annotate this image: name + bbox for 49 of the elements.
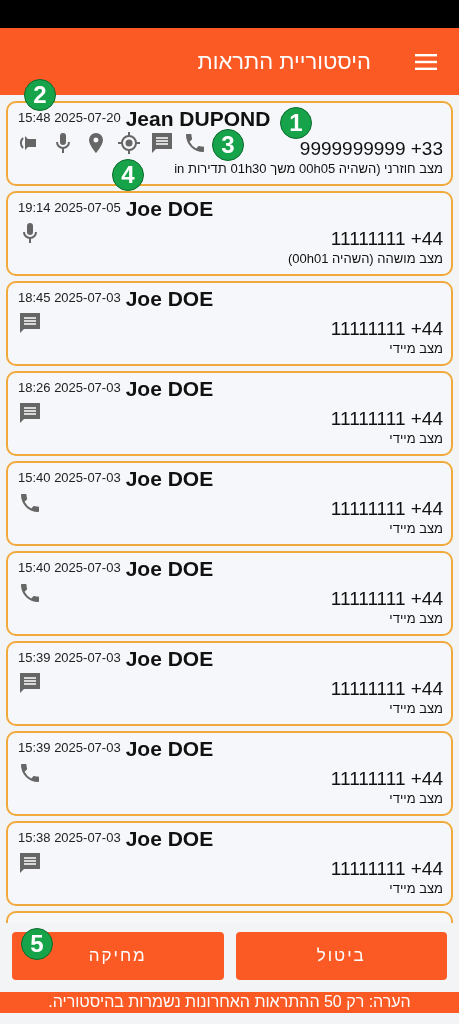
alert-status: מצב מיידי xyxy=(389,341,443,356)
screen-title: היסטוריית התראות xyxy=(197,48,371,75)
contact-name: Joe DOE xyxy=(125,377,214,401)
history-note: הערה: רק 50 ההתראות האחרונות נשמרות בהיסטוריה. xyxy=(0,992,459,1013)
alert-status: מצב מושהה (השהיה 00h01) xyxy=(287,251,443,266)
alert-status: מצב מיידי xyxy=(389,521,443,536)
alert-datetime: 15:39 2025-07-03 xyxy=(18,649,121,665)
phone-number: 11111111 +44 xyxy=(330,408,443,430)
phone-icon xyxy=(18,581,42,605)
contact-name: Joe DOE xyxy=(125,467,214,491)
phone-number: 11111111 +44 xyxy=(330,588,443,610)
phone-number: 11111111 +44 xyxy=(330,768,443,790)
menu-icon[interactable] xyxy=(415,53,437,70)
message-icon xyxy=(18,851,42,875)
message-icon xyxy=(150,131,174,155)
alert-datetime: 19:14 2025-07-05 xyxy=(18,199,121,215)
phone-number: 11111111 +44 xyxy=(330,678,443,700)
phone-number: 11111111 +44 xyxy=(330,498,443,520)
alert-datetime: 15:48 2025-07-20 xyxy=(18,109,121,125)
alert-status: מצב חוזרני (השהיה 00h05 משך 01h30 תדירות in xyxy=(174,161,443,176)
alert-datetime: 15:40 2025-07-03 xyxy=(18,559,121,575)
alert-datetime: 18:26 2025-07-03 xyxy=(18,379,121,395)
phone-number: 11111111 +44 xyxy=(330,318,443,340)
contact-name: Joe DOE xyxy=(125,287,214,311)
contact-name: Joe DOE xyxy=(125,647,214,671)
contact-name: Jean DUPOND xyxy=(125,107,271,131)
alert-status: מצב מיידי xyxy=(389,611,443,626)
contact-name: Joe DOE xyxy=(125,197,214,221)
phone-number: 11111111 +44 xyxy=(330,858,443,880)
alert-status: מצב מיידי xyxy=(389,791,443,806)
target-icon xyxy=(117,131,141,155)
alert-status: מצב מיידי xyxy=(389,431,443,446)
contact-name: Joe DOE xyxy=(125,557,214,581)
alert-datetime: 15:40 2025-07-03 xyxy=(18,469,121,485)
alert-datetime: 15:39 2025-07-03 xyxy=(18,739,121,755)
contact-name: Joe DOE xyxy=(125,827,214,851)
message-icon xyxy=(18,671,42,695)
phone-number: 9999999999 +33 xyxy=(299,138,443,160)
contact-name: Joe DOE xyxy=(125,737,214,761)
message-icon xyxy=(18,311,42,335)
phone-icon xyxy=(18,491,42,515)
alert-datetime: 18:45 2025-07-03 xyxy=(18,289,121,305)
alert-status: מצב מיידי xyxy=(389,701,443,716)
alert-status: מצב מיידי xyxy=(389,881,443,896)
phone-number: 11111111 +44 xyxy=(330,228,443,250)
phone-icon xyxy=(183,131,207,155)
alert-datetime: 15:38 2025-07-03 xyxy=(18,829,121,845)
message-icon xyxy=(18,401,42,425)
phone-icon xyxy=(18,761,42,785)
